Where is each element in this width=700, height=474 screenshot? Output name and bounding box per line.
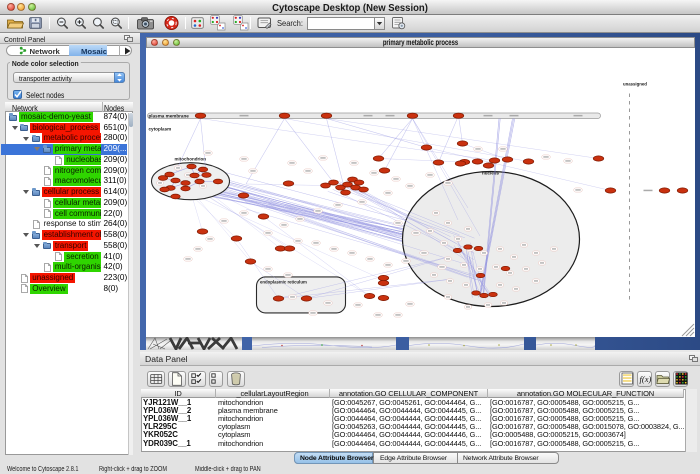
svg-text:nucleus: nucleus [482, 170, 500, 175]
svg-text:mitochondrion: mitochondrion [174, 156, 206, 161]
svg-text:plasma membrane: plasma membrane [148, 113, 189, 118]
svg-text:cytoplasm: cytoplasm [148, 126, 171, 131]
svg-text:unassigned: unassigned [623, 81, 647, 86]
